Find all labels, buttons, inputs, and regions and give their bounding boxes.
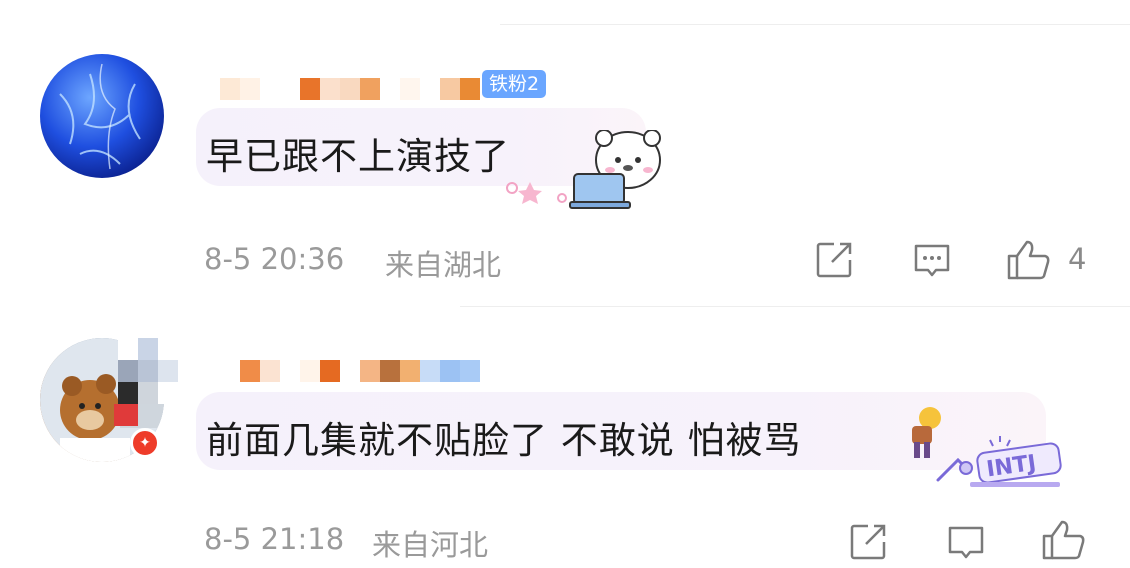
verified-badge-icon: ✦: [130, 428, 160, 458]
username-mosaic[interactable]: [240, 360, 480, 382]
avatar-mosaic: [118, 338, 178, 404]
comment-item: ✦ 前面几集就不贴脸了 不敢说 怕被骂 INTJ 8-5 21:18 来自河北: [0, 0, 1130, 562]
comment-location: 来自河北: [372, 528, 489, 562]
intj-sticker: INTJ: [930, 430, 1070, 490]
comment-icon[interactable]: [944, 520, 988, 564]
share-icon[interactable]: [846, 520, 890, 564]
comment-time: 8-5 21:18: [204, 522, 345, 556]
comment-text: 前面几集就不贴脸了 不敢说 怕被骂: [206, 419, 802, 462]
thumbs-up-icon[interactable]: [1040, 516, 1088, 564]
